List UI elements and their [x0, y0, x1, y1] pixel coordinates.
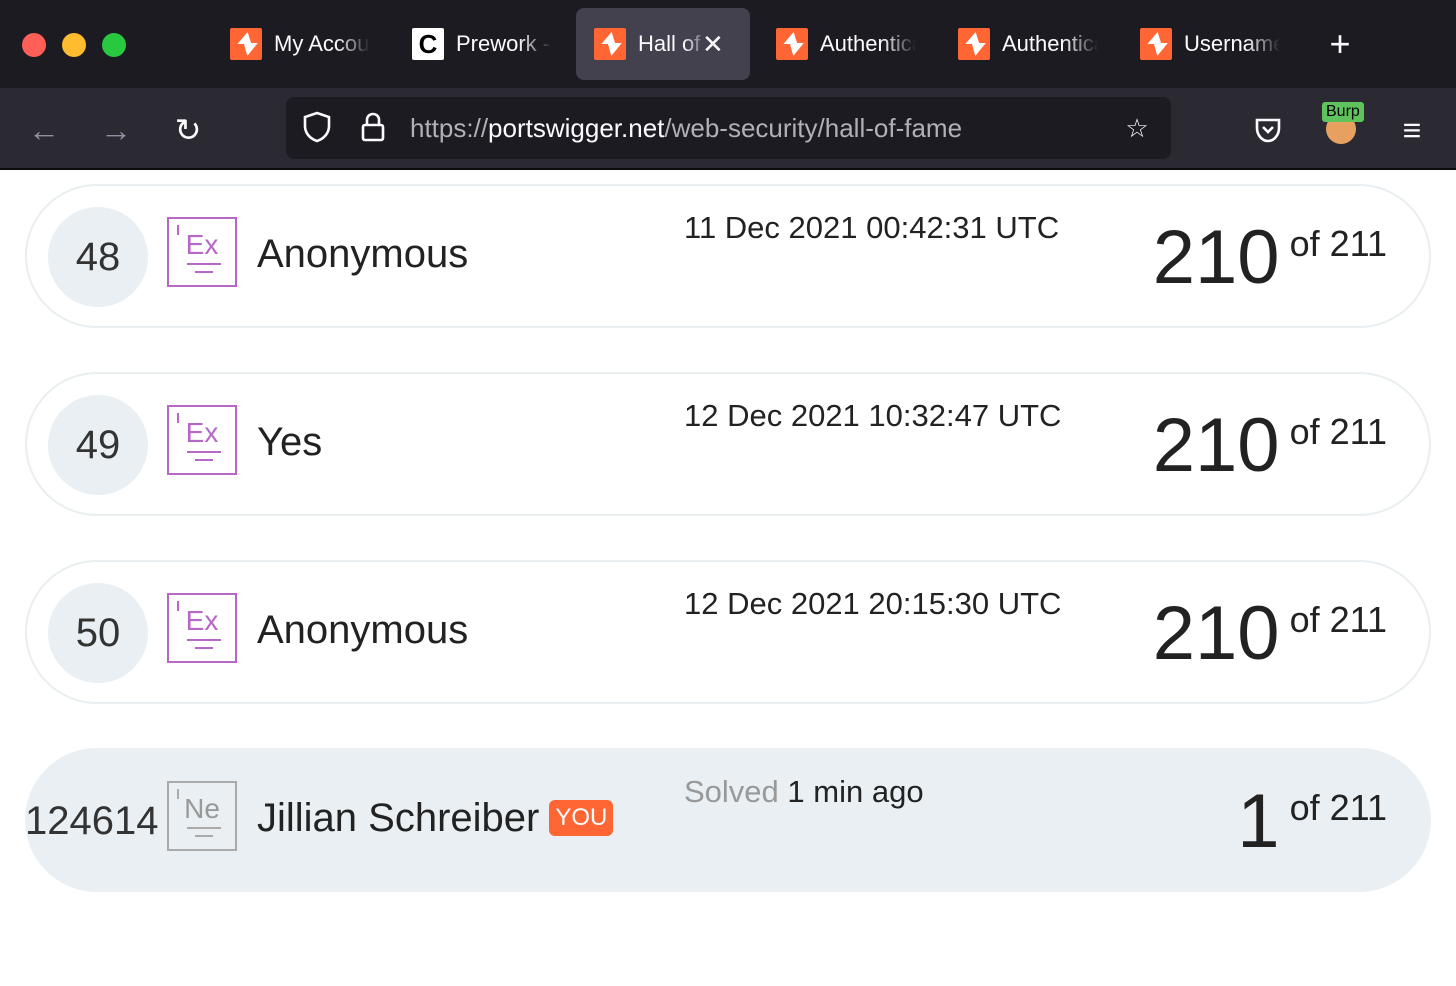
portswigger-icon	[776, 28, 808, 60]
pocket-icon[interactable]	[1248, 110, 1288, 150]
new-tab-icon[interactable]: +	[1322, 24, 1358, 64]
url-text[interactable]: https://portswigger.net/web-security/hal…	[410, 113, 962, 144]
labs-solved: 210 of 211	[1152, 403, 1387, 488]
address-bar[interactable]: https://portswigger.net/web-security/hal…	[286, 97, 1171, 159]
tab-authentication-2[interactable]: Authentication	[940, 8, 1114, 80]
lock-icon[interactable]	[356, 111, 390, 145]
tab-my-account[interactable]: My Account	[212, 8, 386, 80]
completion-date: 11 Dec 2021 00:42:31 UTC	[684, 210, 1060, 245]
forward-arrow-icon[interactable]: →	[96, 110, 136, 150]
expert-level-icon: Ex	[167, 593, 237, 663]
completion-date: 12 Dec 2021 20:15:30 UTC	[684, 586, 1062, 621]
labs-solved: 210 of 211	[1152, 591, 1387, 676]
rank-badge: 49	[48, 395, 148, 495]
burp-extension-icon[interactable]: Burp	[1322, 102, 1364, 144]
labs-solved: 210 of 211	[1152, 215, 1387, 300]
close-window-button[interactable]	[22, 33, 46, 57]
minimize-window-button[interactable]	[62, 33, 86, 57]
burp-badge: Burp	[1322, 102, 1364, 122]
solved-time: Solved 1 min ago	[684, 774, 924, 809]
user-name: Anonymous	[257, 232, 469, 276]
zoom-window-button[interactable]	[102, 33, 126, 57]
rank-badge: 50	[48, 583, 148, 683]
current-user-row: 124614 Ne Jillian Schreiber YOU Solved 1 …	[25, 748, 1431, 892]
leaderboard-row: 48 Ex Anonymous 11 Dec 2021 00:42:31 UTC…	[25, 184, 1431, 328]
labs-solved: 1 of 211	[1237, 779, 1387, 864]
expert-level-icon: Ex	[167, 217, 237, 287]
portswigger-icon	[230, 28, 262, 60]
menu-icon[interactable]: ≡	[1392, 110, 1432, 150]
tab-username[interactable]: Username	[1122, 8, 1296, 80]
tab-bar: My Account C Prework - C Hall of Fame ✕ …	[0, 0, 1456, 88]
leaderboard-row: 49 Ex Yes 12 Dec 2021 10:32:47 UTC 210 of…	[25, 372, 1431, 516]
user-name: Yes	[257, 420, 323, 464]
back-arrow-icon[interactable]: ←	[24, 110, 64, 150]
hall-of-fame-list: 48 Ex Anonymous 11 Dec 2021 00:42:31 UTC…	[0, 172, 1456, 986]
tab-authentication[interactable]: Authentication	[758, 8, 932, 80]
bookmark-star-icon[interactable]: ☆	[1120, 111, 1154, 145]
leaderboard-row: 50 Ex Anonymous 12 Dec 2021 20:15:30 UTC…	[25, 560, 1431, 704]
rank-badge: 124614	[25, 799, 159, 843]
you-badge: YOU	[549, 800, 614, 836]
rank-badge: 48	[48, 207, 148, 307]
portswigger-icon	[594, 28, 626, 60]
novice-level-icon: Ne	[167, 781, 237, 851]
tab-hall-of-fame[interactable]: Hall of Fame ✕	[576, 8, 750, 80]
navigation-bar: ← → ↻ https://portswigger.net/web-securi…	[0, 88, 1456, 170]
portswigger-icon	[958, 28, 990, 60]
codepath-icon: C	[412, 28, 444, 60]
completion-date: 12 Dec 2021 10:32:47 UTC	[684, 398, 1062, 433]
shield-icon[interactable]	[300, 111, 334, 145]
user-name: Anonymous	[257, 608, 469, 652]
tab-prework[interactable]: C Prework - C	[394, 8, 568, 80]
reload-icon[interactable]: ↻	[168, 110, 208, 150]
user-name: Jillian Schreiber YOU	[257, 796, 614, 841]
expert-level-icon: Ex	[167, 405, 237, 475]
portswigger-icon	[1140, 28, 1172, 60]
